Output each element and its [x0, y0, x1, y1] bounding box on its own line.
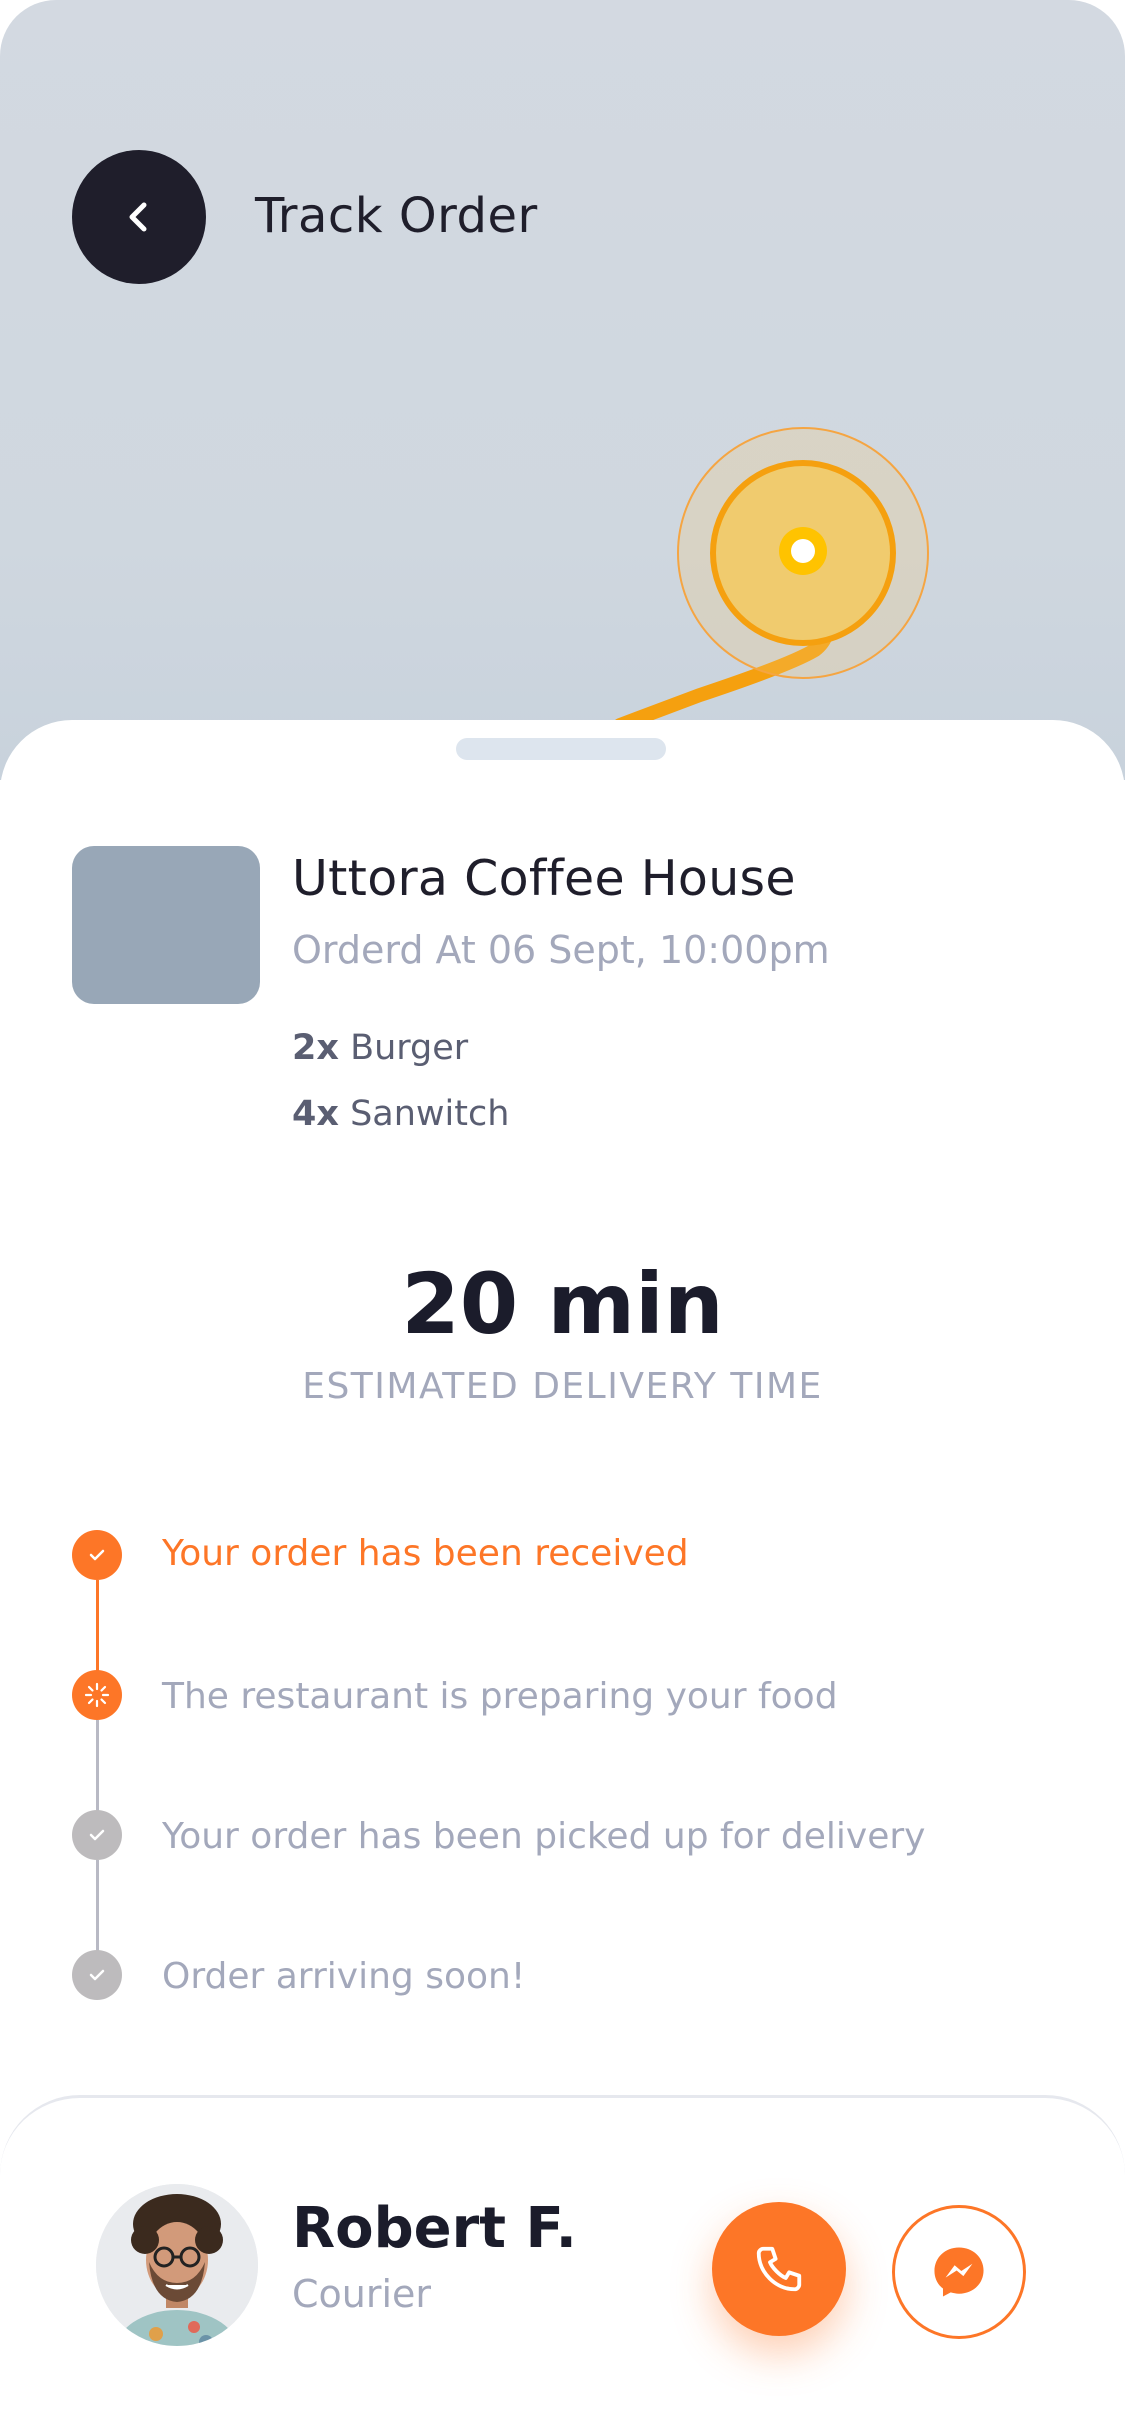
order-item: 4x Sanwitch	[292, 1094, 509, 1134]
page-title: Track Order	[255, 188, 538, 244]
courier-name: Robert F.	[292, 2196, 577, 2261]
step-loading-icon	[72, 1670, 122, 1720]
sheet-drag-handle[interactable]	[456, 738, 666, 760]
courier-location-marker	[677, 427, 929, 679]
message-courier-button[interactable]	[892, 2205, 1026, 2339]
call-courier-button[interactable]	[712, 2202, 846, 2336]
step-done-icon	[72, 1530, 122, 1580]
item-quantity: 4x	[292, 1094, 339, 1134]
step-label: Your order has been picked up for delive…	[162, 1816, 926, 1857]
order-item: 2x Burger	[292, 1028, 468, 1068]
eta-value: 20 min	[401, 1255, 724, 1353]
eta-label: ESTIMATED DELIVERY TIME	[302, 1366, 823, 1407]
step-label: Your order has been received	[162, 1533, 689, 1574]
courier-avatar	[96, 2184, 258, 2346]
item-name: Burger	[350, 1028, 469, 1068]
step-pending-icon	[72, 1950, 122, 2000]
step-label: The restaurant is preparing your food	[162, 1676, 838, 1717]
restaurant-name: Uttora Coffee House	[292, 850, 796, 907]
route-path	[613, 543, 836, 732]
item-name: Sanwitch	[350, 1094, 510, 1134]
chevron-left-icon	[129, 202, 147, 232]
restaurant-image	[72, 846, 260, 1004]
messenger-icon	[934, 2247, 984, 2297]
courier-role: Courier	[292, 2272, 432, 2316]
step-label: Order arriving soon!	[162, 1956, 526, 1997]
item-quantity: 2x	[292, 1028, 339, 1068]
phone-icon	[756, 2246, 802, 2292]
map-view[interactable]	[0, 0, 1125, 780]
step-pending-icon	[72, 1810, 122, 1860]
back-button[interactable]	[72, 150, 206, 284]
order-timestamp: Orderd At 06 Sept, 10:00pm	[292, 928, 830, 972]
